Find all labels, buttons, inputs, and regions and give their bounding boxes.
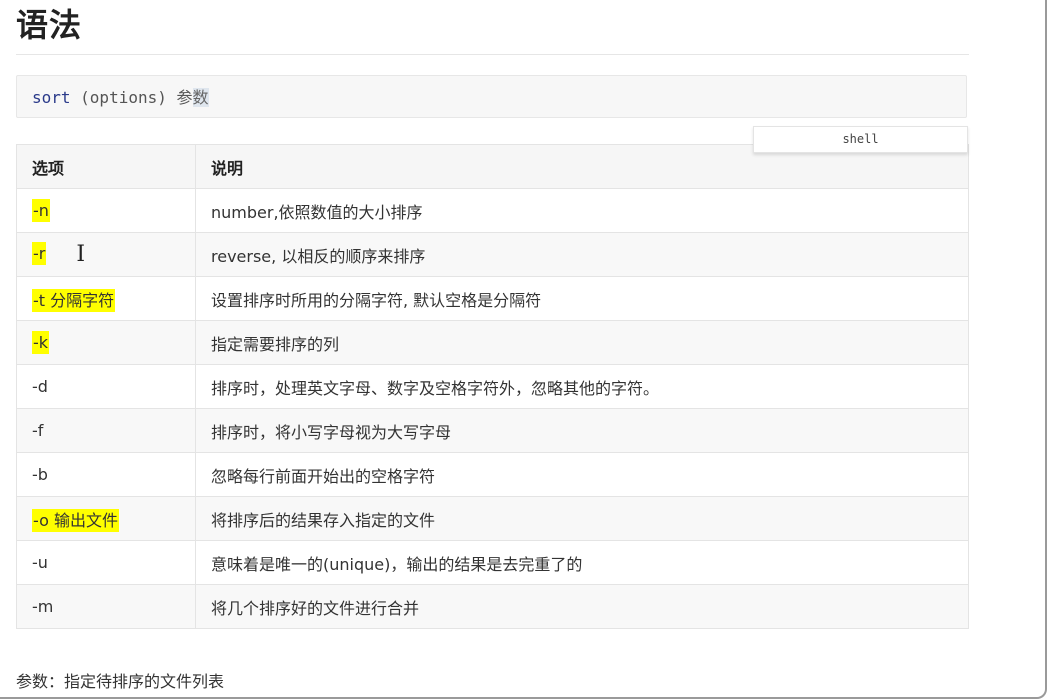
option-label: -r — [32, 242, 47, 266]
description-cell: 排序时，将小写字母视为大写字母 — [195, 408, 969, 453]
option-label: -u — [32, 553, 48, 572]
code-selected-text: 数 — [192, 88, 209, 107]
description-cell: 忽略每行前面开始出的空格字符 — [195, 452, 969, 497]
description-cell: number,依照数值的大小排序 — [195, 188, 969, 233]
option-cell: -b — [16, 452, 196, 497]
description-cell: 指定需要排序的列 — [195, 320, 969, 365]
header-option: 选项 — [16, 144, 196, 189]
code-arguments: (options) 参 — [70, 88, 193, 107]
description-cell: 设置排序时所用的分隔字符, 默认空格是分隔符 — [195, 276, 969, 321]
table-row: -n number,依照数值的大小排序 — [16, 188, 969, 233]
option-label: -o 输出文件 — [32, 508, 119, 532]
options-table: 选项 说明 -n number,依照数值的大小排序 -r Ireverse, 以相反的… — [16, 144, 969, 629]
table-row: -b 忽略每行前面开始出的空格字符 — [16, 452, 969, 497]
table-row: -m 将几个排序好的文件进行合并 — [16, 584, 969, 629]
option-cell: -m — [16, 584, 196, 629]
description-cell: 将几个排序好的文件进行合并 — [195, 584, 969, 629]
option-cell: -n — [16, 188, 196, 233]
page-title: 语法 — [16, 6, 83, 44]
option-cell: -o 输出文件 — [16, 496, 196, 541]
code-language-label[interactable]: shell — [753, 126, 968, 153]
option-label: -d — [32, 377, 48, 396]
code-block[interactable]: sort (options) 参数 — [16, 75, 967, 118]
table-row: -r Ireverse, 以相反的顺序来排序 — [16, 232, 969, 277]
option-cell: -k — [16, 320, 196, 365]
table-body: -n number,依照数值的大小排序 -r Ireverse, 以相反的顺序来排序 -… — [16, 188, 969, 629]
option-label: -f — [32, 421, 44, 440]
table-row: -t 分隔字符 设置排序时所用的分隔字符, 默认空格是分隔符 — [16, 276, 969, 321]
option-label: -m — [32, 597, 54, 616]
table-row: -o 输出文件 将排序后的结果存入指定的文件 — [16, 496, 969, 541]
option-cell: -f — [16, 408, 196, 453]
description-cell: 排序时，处理英文字母、数字及空格字符外，忽略其他的字符。 — [195, 364, 969, 409]
option-cell: -u — [16, 540, 196, 585]
option-label: -k — [32, 331, 50, 354]
description-cell: 意味着是唯一的(unique)，输出的结果是去完重了的 — [195, 540, 969, 585]
table-row: -u 意味着是唯一的(unique)，输出的结果是去完重了的 — [16, 540, 969, 585]
option-cell: -r I — [16, 232, 196, 277]
title-divider — [16, 54, 969, 55]
description-cell: reverse, 以相反的顺序来排序 — [195, 232, 969, 277]
option-label: -n — [32, 199, 50, 222]
option-cell: -d — [16, 364, 196, 409]
description-cell: 将排序后的结果存入指定的文件 — [195, 496, 969, 541]
table-row: -d 排序时，处理英文字母、数字及空格字符外，忽略其他的字符。 — [16, 364, 969, 409]
table-row: -k 指定需要排序的列 — [16, 320, 969, 365]
option-cell: -t 分隔字符 — [16, 276, 196, 321]
option-label: -t 分隔字符 — [32, 288, 116, 312]
code-keyword: sort — [32, 88, 71, 107]
text-cursor-icon: I — [76, 241, 86, 267]
table-row: -f 排序时，将小写字母视为大写字母 — [16, 408, 969, 453]
footer-note: 参数：指定待排序的文件列表 — [16, 672, 225, 691]
option-label: -b — [32, 465, 48, 484]
